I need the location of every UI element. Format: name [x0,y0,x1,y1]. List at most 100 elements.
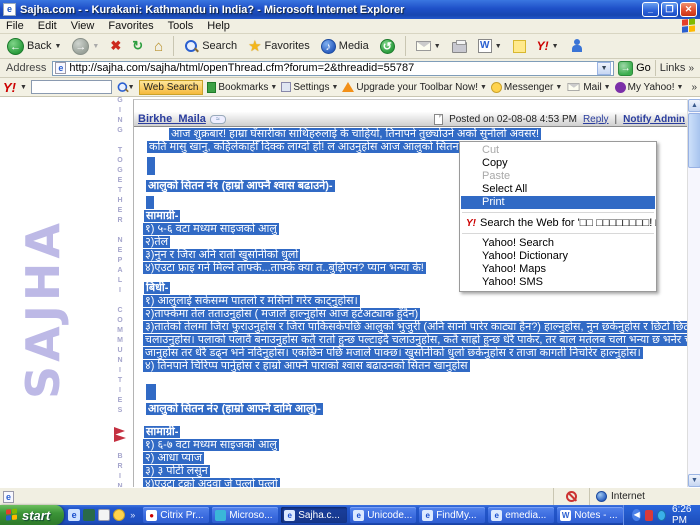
yahoo-mail-dropdown-icon: ▼ [604,84,611,91]
menu-tools[interactable]: Tools [168,20,194,32]
tray-icon-1[interactable] [645,510,653,521]
scroll-up-icon[interactable]: ▲ [688,99,700,112]
media-button[interactable]: ♪ Media [318,38,372,55]
status-zone-pane: Internet [590,488,700,505]
tray-chevron-icon[interactable]: ◀ [632,509,641,521]
taskbar-button-unicode[interactable]: Unicode... [350,507,416,523]
system-tray: ◀ 6:26 PM [623,505,700,525]
menu-favorites[interactable]: Favorites [108,20,153,32]
start-label: start [22,508,50,523]
restore-button[interactable]: ❐ [661,2,678,17]
taskbar-button-findmy[interactable]: FindMy... [419,507,485,523]
favorites-button[interactable]: ★ Favorites [245,36,313,56]
media-icon: ♪ [321,39,336,54]
ingredients-title: सामाग्री- [144,210,180,222]
yahoo-search-icon[interactable] [116,81,122,93]
menu-edit[interactable]: Edit [38,20,57,32]
tray-icon-2[interactable] [657,510,666,521]
reply-link[interactable]: Reply [583,114,609,125]
notify-admin-link[interactable]: Notify Admin [623,114,685,125]
yahoo-logo-dropdown-icon[interactable]: ▼ [20,84,27,91]
context-menu: Cut Copy Paste Select All Print Y! Searc… [459,141,657,292]
taskbar-button-notes[interactable]: Notes - ... [557,507,623,523]
post-author-link[interactable]: Birkhe_Maila [138,113,206,125]
taskbar-button-sajha[interactable]: Sajha.c... [281,507,347,523]
mail-button[interactable]: ▼ [413,40,444,52]
media-label: Media [339,40,369,52]
messenger-button[interactable] [567,38,587,54]
go-button[interactable]: → Go [618,61,651,76]
yahoo-messenger-button[interactable]: Messenger ▼ [491,82,562,93]
window-title: Sajha.com - - Kurakani: Kathmandu in Ind… [20,4,642,16]
history-button[interactable]: ↺ [377,38,398,55]
post-text-line: ३)तातेको तेलमा जिरा फुराउनुहोस र जिरा पा… [143,321,689,333]
title-bar: e Sajha.com - - Kurakani: Kathmandu in I… [0,0,700,19]
task-buttons: Citrix Pr... Microso... Sajha.c... Unico… [143,507,623,523]
yahoo-mail-icon [568,83,580,91]
quicklaunch-chevron-icon[interactable]: » [130,510,135,520]
yahoo-dropdown-icon[interactable]: ▼ [552,43,559,50]
blocked-icon [566,491,577,502]
menu-file[interactable]: File [6,20,24,32]
selection-artifact [147,157,155,175]
scrollbar-thumb[interactable] [688,113,700,168]
yahoo-icon: Y! [537,39,549,53]
yahoo-mail-button[interactable]: Mail ▼ [566,82,610,93]
context-copy[interactable]: Copy [460,157,656,170]
yahoo-search-dropdown-icon[interactable]: ▼ [128,84,135,91]
taskbar-button-citrix[interactable]: Citrix Pr... [143,507,209,523]
favorites-label: Favorites [265,40,310,52]
taskbar-button-emedia[interactable]: emedia... [488,507,554,523]
context-yahoo-search[interactable]: Yahoo! Search [460,237,656,250]
search-label: Search [202,40,237,52]
context-print[interactable]: Print [461,196,655,209]
toolbar-overflow-chevron-icon[interactable]: » [691,82,697,93]
edit-with-word-button[interactable]: W ▼ [475,38,505,54]
menu-help[interactable]: Help [207,20,230,32]
links-bar[interactable]: Links » [655,60,698,76]
home-button[interactable]: ⌂ [151,37,166,56]
close-button[interactable]: ✕ [680,2,697,17]
my-yahoo-button[interactable]: My Yahoo! ▼ [615,82,684,93]
yahoo-companion-button[interactable]: Y! ▼ [534,38,562,54]
back-dropdown-icon[interactable]: ▼ [54,43,61,50]
context-select-all[interactable]: Select All [460,183,656,196]
quicklaunch-globe-icon[interactable] [83,509,95,521]
web-search-button[interactable]: Web Search [139,80,204,95]
settings-button[interactable]: Settings ▼ [281,82,338,93]
back-button[interactable]: ← Back ▼ [4,37,64,56]
forward-button[interactable]: → ▼ [69,37,102,56]
bookmarks-button[interactable]: Bookmarks ▼ [207,82,277,93]
forward-dropdown-icon: ▼ [92,43,99,50]
context-search-web[interactable]: Y! Search the Web for '□□ □□□□□□□□! □□..… [460,216,656,230]
post-heading: आलुको सितन नं२ (हाम्रो आफ्नै दामि आलु)- [146,403,323,415]
vertical-scrollbar[interactable]: ▲ ▼ [687,99,700,487]
edit-dropdown-icon[interactable]: ▼ [495,43,502,50]
post-text-line: ४)एउटा टुक्रो अदुवा जे पत्लो पत्लो [143,478,280,487]
search-button[interactable]: Search [181,38,240,55]
print-button[interactable] [449,38,470,54]
minimize-button[interactable]: _ [642,2,659,17]
search-icon [184,39,199,54]
quicklaunch-notepad-icon[interactable] [98,509,110,521]
scroll-down-icon[interactable]: ▼ [688,474,700,487]
stop-button[interactable]: ✖ [107,37,124,55]
menu-view[interactable]: View [71,20,95,32]
context-yahoo-dictionary[interactable]: Yahoo! Dictionary [460,250,656,263]
mail-dropdown-icon[interactable]: ▼ [434,43,441,50]
refresh-button[interactable]: ↻ [129,37,146,55]
start-button[interactable]: start [0,505,64,525]
upgrade-toolbar-button[interactable]: Upgrade your Toolbar Now! ▼ [342,82,487,93]
context-yahoo-maps[interactable]: Yahoo! Maps [460,263,656,276]
discuss-button[interactable] [510,39,529,54]
yahoo-search-input[interactable] [31,80,112,94]
back-label: Back [27,40,51,52]
address-dropdown-icon[interactable]: ▼ [597,62,611,75]
quicklaunch-smiley-icon[interactable] [113,509,125,521]
context-yahoo-sms[interactable]: Yahoo! SMS [460,276,656,289]
yahoo-logo-icon[interactable]: Y! [3,80,16,95]
address-input[interactable]: e http://sajha.com/sajha/html/openThread… [52,61,614,76]
taskbar-button-microsoft[interactable]: Microso... [212,507,278,523]
quicklaunch-ie-icon[interactable]: e [68,509,80,521]
home-icon: ⌂ [154,38,163,55]
